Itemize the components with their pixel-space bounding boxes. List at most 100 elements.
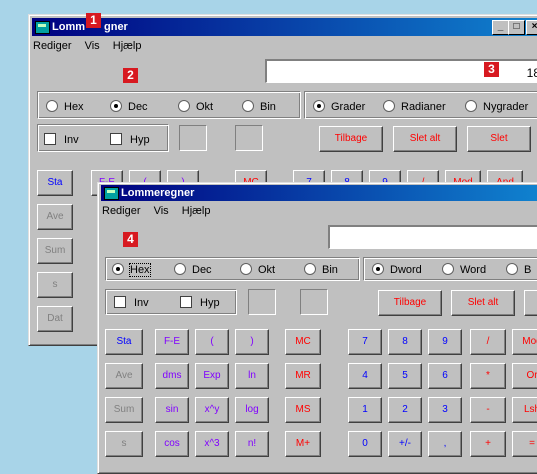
- radio-dword[interactable]: Dword: [372, 263, 422, 276]
- radio-label: Nygrader: [483, 101, 529, 113]
- back-slet-alt-button[interactable]: Slet alt: [393, 126, 457, 152]
- keypad-button[interactable]: n!: [235, 431, 269, 457]
- keypad-button[interactable]: MR: [285, 363, 321, 389]
- checkbox-hyp[interactable]: Hyp: [110, 133, 150, 146]
- keypad-button[interactable]: Sum: [105, 397, 143, 423]
- keypad-button[interactable]: 9: [428, 329, 462, 355]
- keypad-button[interactable]: 4: [348, 363, 382, 389]
- radio-word[interactable]: Word: [442, 263, 486, 276]
- keypad-button[interactable]: *: [470, 363, 506, 389]
- back-paren-indicator: [235, 125, 263, 151]
- checkbox-inv[interactable]: Inv: [114, 296, 149, 309]
- keypad-button[interactable]: sin: [155, 397, 189, 423]
- keypad-button[interactable]: 3: [428, 397, 462, 423]
- radio-okt[interactable]: Okt: [178, 100, 213, 113]
- keypad-button[interactable]: /: [470, 329, 506, 355]
- keypad-button[interactable]: dms: [155, 363, 189, 389]
- radio-dot: [242, 100, 254, 112]
- radio-dot: [178, 100, 190, 112]
- back-tilbage-button[interactable]: Tilbage: [319, 126, 383, 152]
- keypad-button[interactable]: ln: [235, 363, 269, 389]
- keypad-button[interactable]: x^y: [195, 397, 229, 423]
- keypad-button[interactable]: log: [235, 397, 269, 423]
- radio-label: Bin: [260, 101, 276, 113]
- keypad-button[interactable]: 8: [388, 329, 422, 355]
- checkbox-inv[interactable]: Inv: [44, 133, 79, 146]
- keypad-button[interactable]: 6: [428, 363, 462, 389]
- keypad-button[interactable]: MS: [285, 397, 321, 423]
- callout-badge-1: 1: [86, 13, 101, 28]
- back-ave-button[interactable]: Ave: [37, 204, 73, 230]
- keypad-button[interactable]: 1: [348, 397, 382, 423]
- keypad-button[interactable]: 7: [348, 329, 382, 355]
- radio-label: Dword: [390, 264, 422, 276]
- radio-dot: [383, 100, 395, 112]
- radio-hex[interactable]: Hex: [46, 100, 84, 113]
- keypad-button[interactable]: -: [470, 397, 506, 423]
- radio-bin[interactable]: Bin: [242, 100, 276, 113]
- front-slet-button[interactable]: [524, 290, 537, 316]
- back-menu-bar: Rediger Vis Hjælp: [33, 37, 151, 55]
- keypad-button[interactable]: s: [105, 431, 143, 457]
- keypad-button[interactable]: M+: [285, 431, 321, 457]
- keypad-button[interactable]: 5: [388, 363, 422, 389]
- keypad-button[interactable]: ): [235, 329, 269, 355]
- checkbox-label: Inv: [64, 134, 79, 146]
- keypad-button[interactable]: 2: [388, 397, 422, 423]
- close-button[interactable]: ×: [526, 20, 537, 35]
- radio-dot: [174, 263, 186, 275]
- radio-dec[interactable]: Dec: [110, 100, 148, 113]
- back-slet-button[interactable]: Slet: [467, 126, 531, 152]
- radio-dot: [442, 263, 454, 275]
- menu-rediger[interactable]: Rediger: [102, 205, 141, 217]
- radio-byte[interactable]: B: [506, 263, 531, 276]
- back-sum-button[interactable]: Sum: [37, 238, 73, 264]
- menu-hjaelp[interactable]: Hjælp: [182, 205, 211, 217]
- minimize-button[interactable]: _: [492, 20, 509, 35]
- front-slet-alt-button[interactable]: Slet alt: [451, 290, 515, 316]
- keypad-button[interactable]: cos: [155, 431, 189, 457]
- menu-rediger[interactable]: Rediger: [33, 40, 72, 52]
- back-title-bar[interactable]: Lomm gner _ □ ×: [32, 18, 537, 36]
- back-s-button[interactable]: s: [37, 272, 73, 298]
- radio-radianer[interactable]: Radianer: [383, 100, 446, 113]
- back-dat-button[interactable]: Dat: [37, 306, 73, 332]
- keypad-button[interactable]: MC: [285, 329, 321, 355]
- menu-hjaelp[interactable]: Hjælp: [113, 40, 142, 52]
- front-word-size-group: Dword Word B: [363, 257, 537, 281]
- radio-hex[interactable]: Hex: [112, 263, 151, 277]
- keypad-button[interactable]: ,: [428, 431, 462, 457]
- keypad-button[interactable]: 0: [348, 431, 382, 457]
- keypad-button[interactable]: +: [470, 431, 506, 457]
- radio-dot: [46, 100, 58, 112]
- back-angle-group: Grader Radianer Nygrader: [304, 91, 537, 119]
- menu-vis[interactable]: Vis: [154, 205, 169, 217]
- callout-badge-4: 4: [123, 232, 138, 247]
- keypad-button[interactable]: Exp: [195, 363, 229, 389]
- maximize-button[interactable]: □: [508, 20, 525, 35]
- keypad-button[interactable]: Mod: [512, 329, 537, 355]
- radio-bin[interactable]: Bin: [304, 263, 338, 276]
- keypad-button[interactable]: F-E: [155, 329, 189, 355]
- keypad-button[interactable]: =: [512, 431, 537, 457]
- front-display: [328, 225, 537, 249]
- checkbox-hyp[interactable]: Hyp: [180, 296, 220, 309]
- menu-vis[interactable]: Vis: [85, 40, 100, 52]
- keypad-button[interactable]: +/-: [388, 431, 422, 457]
- radio-label: Word: [460, 264, 487, 276]
- keypad-button[interactable]: (: [195, 329, 229, 355]
- radio-okt[interactable]: Okt: [240, 263, 275, 276]
- front-title-bar[interactable]: Lommeregner: [101, 185, 537, 201]
- radio-nygrader[interactable]: Nygrader: [465, 100, 528, 113]
- keypad-button[interactable]: x^3: [195, 431, 229, 457]
- front-tilbage-button[interactable]: Tilbage: [378, 290, 442, 316]
- keypad-button[interactable]: Sta: [105, 329, 143, 355]
- keypad-button[interactable]: Lsh: [512, 397, 537, 423]
- radio-dec[interactable]: Dec: [174, 263, 212, 276]
- back-inv-hyp-group: Inv Hyp: [37, 124, 169, 152]
- keypad-button[interactable]: Ave: [105, 363, 143, 389]
- back-sta-button[interactable]: Sta: [37, 170, 73, 196]
- radio-dot-selected: [313, 100, 325, 112]
- radio-grader[interactable]: Grader: [313, 100, 365, 113]
- keypad-button[interactable]: Or: [512, 363, 537, 389]
